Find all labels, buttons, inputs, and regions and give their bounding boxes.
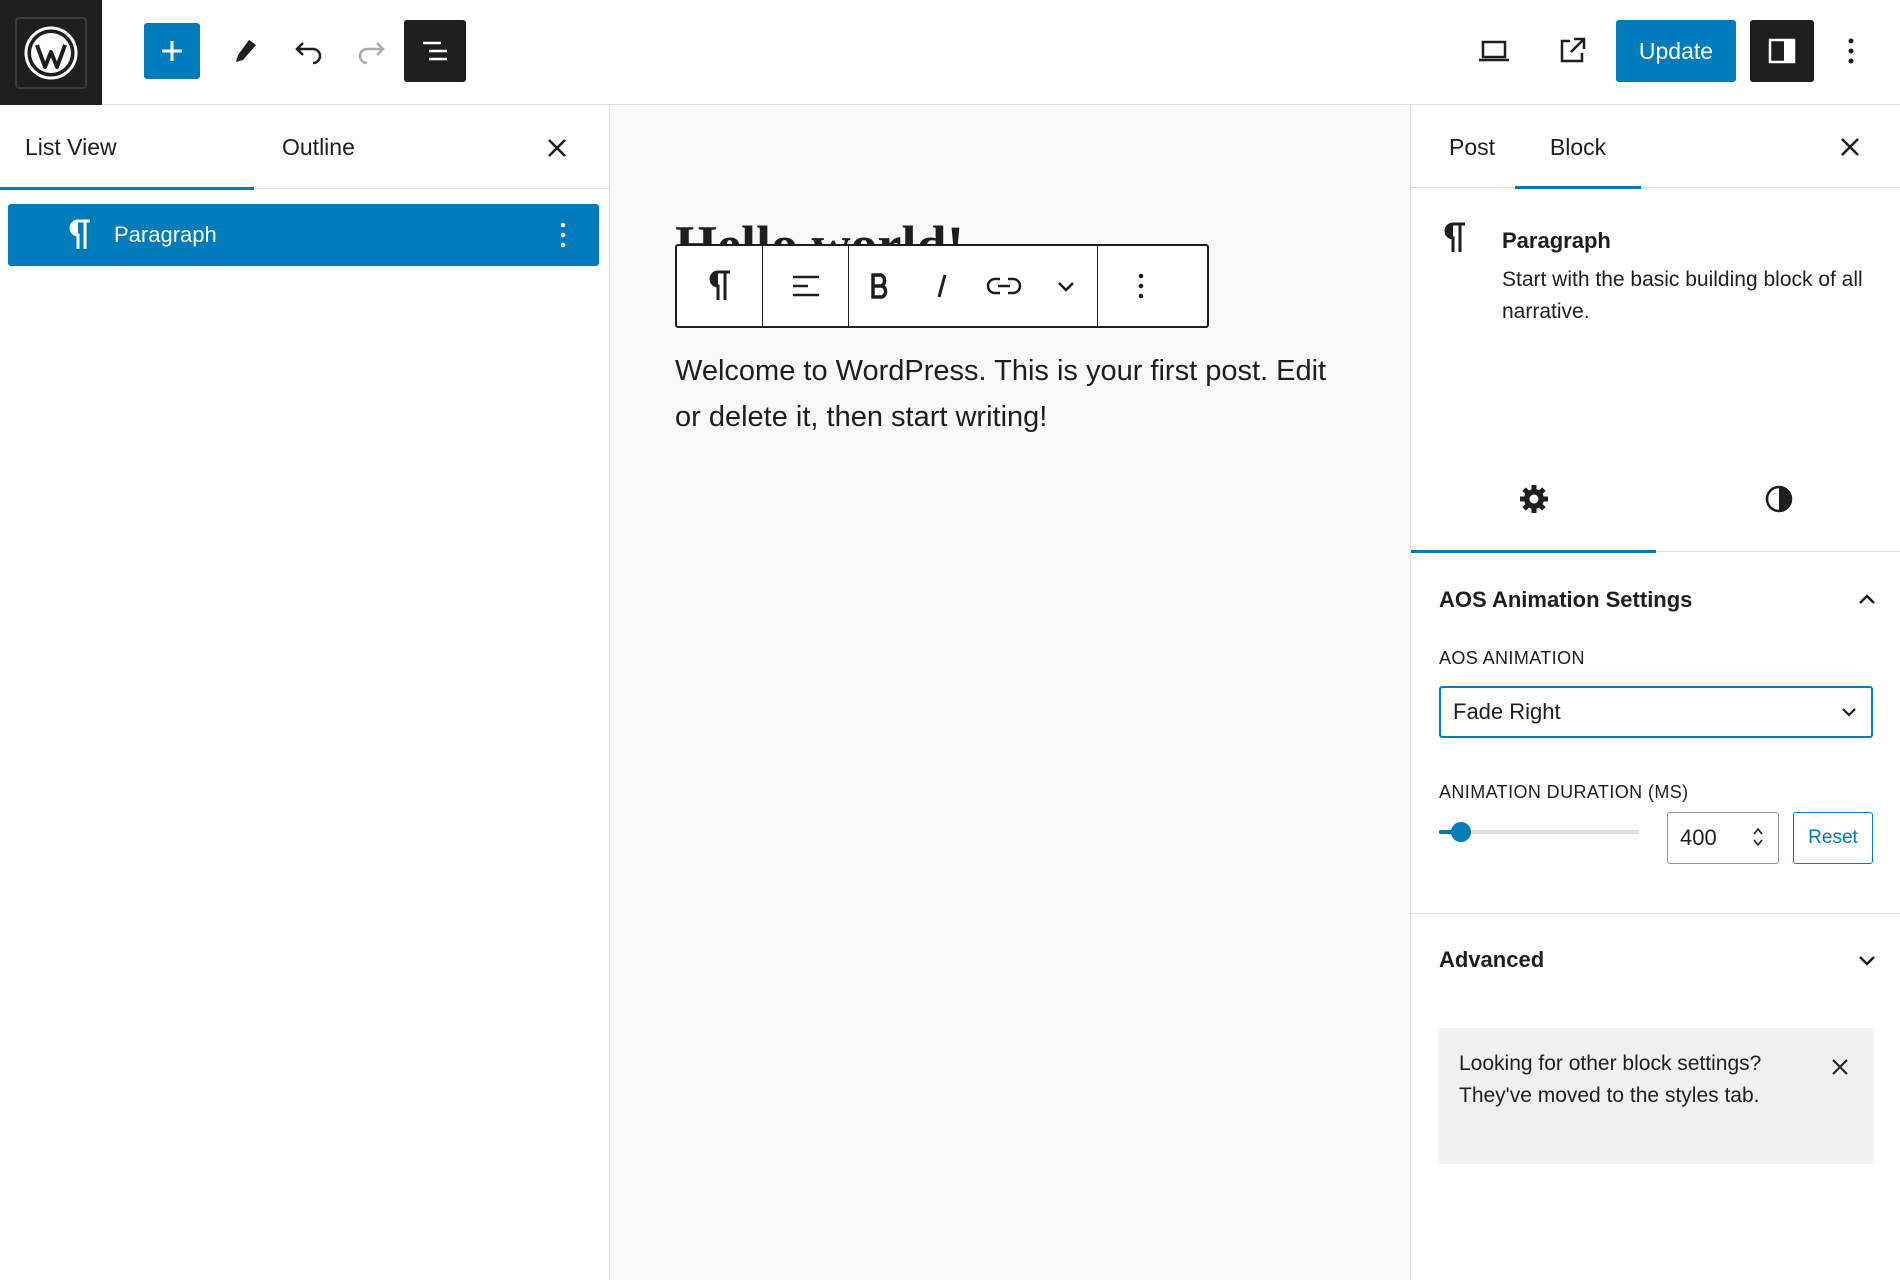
wordpress-icon: [15, 16, 87, 89]
external-link-icon: [1560, 37, 1586, 63]
format-group: [849, 246, 1098, 326]
block-toolbar: [675, 244, 1209, 328]
block-card-description: Start with the basic building block of a…: [1502, 268, 1863, 323]
link-icon: [986, 277, 1022, 295]
aos-animation-label: AOS ANIMATION: [1439, 648, 1585, 668]
list-view-icon: [423, 41, 447, 61]
styles-contrast-icon: [1765, 485, 1792, 513]
reset-button[interactable]: Reset: [1793, 812, 1873, 864]
tab-block[interactable]: Block: [1515, 106, 1641, 189]
gear-icon: [1519, 485, 1548, 513]
animation-duration-label: ANIMATION DURATION (MS): [1439, 782, 1689, 802]
close-icon: [548, 139, 566, 157]
preview-button[interactable]: [1468, 20, 1520, 82]
block-card-title: Paragraph: [1502, 228, 1611, 253]
align-text-button[interactable]: [763, 246, 848, 326]
paragraph-icon: [1443, 222, 1467, 259]
block-options-button[interactable]: [1098, 246, 1183, 326]
animation-duration-value: 400: [1680, 825, 1717, 850]
tab-block-settings[interactable]: [1411, 446, 1656, 553]
editor-canvas: Hello world!: [611, 106, 1409, 1280]
block-switcher-group: [677, 246, 763, 326]
block-settings-notice: Looking for other block settings? They'v…: [1439, 1028, 1873, 1164]
block-inspector-tabs: [1411, 446, 1900, 553]
align-left-icon: [792, 275, 819, 297]
redo-icon: [358, 42, 385, 65]
plus-icon: [162, 41, 182, 61]
list-view-item-paragraph[interactable]: Paragraph: [8, 204, 599, 266]
update-button[interactable]: Update: [1616, 20, 1736, 82]
block-type-button[interactable]: [677, 246, 762, 326]
align-group: [763, 246, 849, 326]
tab-list-view[interactable]: List View: [0, 106, 254, 190]
italic-icon: [937, 274, 947, 298]
aos-panel-title: AOS Animation Settings: [1439, 587, 1693, 612]
sidebar-icon: [1768, 38, 1796, 64]
view-post-button[interactable]: [1546, 20, 1598, 82]
list-view-panel: List View Outline Paragraph: [0, 106, 610, 1280]
notice-text: Looking for other block settings? They'v…: [1459, 1052, 1762, 1107]
bold-button[interactable]: [849, 246, 911, 326]
aos-animation-value: Fade Right: [1453, 699, 1561, 724]
advanced-panel: Advanced: [1411, 914, 1900, 1006]
paragraph-block[interactable]: Welcome to WordPress. This is your first…: [675, 348, 1355, 440]
options-button[interactable]: [1826, 20, 1876, 82]
advanced-panel-toggle[interactable]: Advanced: [1439, 940, 1879, 980]
close-icon: [1832, 1059, 1848, 1075]
dismiss-notice-button[interactable]: [1823, 1050, 1857, 1084]
number-spinner[interactable]: [1752, 825, 1764, 849]
chevron-down-icon: [1842, 708, 1856, 717]
more-vertical-icon: [1138, 273, 1143, 299]
aos-animation-settings-panel: AOS Animation Settings AOS ANIMATION Fad…: [1411, 552, 1900, 914]
spinner-arrows-icon: [1753, 827, 1763, 847]
more-formats-button[interactable]: [1035, 246, 1097, 326]
block-card: Paragraph Start with the basic building …: [1411, 188, 1900, 323]
close-settings-button[interactable]: [1830, 127, 1870, 167]
undo-icon: [295, 42, 322, 65]
list-view-item-label: Paragraph: [114, 222, 217, 247]
paragraph-icon: [709, 270, 730, 300]
options-group: [1098, 246, 1183, 326]
tools-button[interactable]: [220, 20, 270, 82]
chevron-down-icon: [1859, 956, 1875, 966]
editor-header: Update: [0, 0, 1900, 105]
animation-duration-slider[interactable]: [1439, 812, 1639, 852]
undo-button[interactable]: [284, 20, 334, 82]
pencil-icon: [236, 40, 256, 62]
sidebar-tabs: Post Block: [1411, 106, 1900, 189]
desktop-icon: [1479, 40, 1509, 62]
settings-sidebar: Post Block Paragraph Start with the basi…: [1410, 106, 1900, 1280]
wordpress-logo-button[interactable]: [0, 0, 102, 105]
italic-button[interactable]: [911, 246, 973, 326]
list-item-options-button[interactable]: [543, 215, 583, 255]
more-vertical-icon: [560, 222, 566, 248]
tab-block-styles[interactable]: [1656, 446, 1900, 552]
tab-outline[interactable]: Outline: [254, 106, 494, 189]
tab-post[interactable]: Post: [1411, 106, 1515, 188]
animation-duration-input[interactable]: 400: [1667, 812, 1779, 864]
slider-thumb[interactable]: [1451, 822, 1471, 842]
redo-button[interactable]: [346, 20, 396, 82]
aos-animation-select[interactable]: Fade Right: [1439, 686, 1873, 738]
more-vertical-icon: [1848, 38, 1854, 64]
list-view-tabs: List View Outline: [0, 106, 609, 190]
close-list-view-button[interactable]: [537, 128, 577, 168]
chevron-down-icon: [1058, 282, 1074, 292]
paragraph-icon: [60, 219, 100, 251]
aos-panel-toggle[interactable]: AOS Animation Settings: [1439, 580, 1879, 620]
advanced-panel-title: Advanced: [1439, 947, 1545, 972]
close-icon: [1841, 138, 1859, 156]
document-overview-button[interactable]: [404, 20, 466, 82]
link-button[interactable]: [973, 246, 1035, 326]
add-block-button[interactable]: [144, 23, 200, 79]
bold-icon: [871, 273, 888, 299]
settings-toggle-button[interactable]: [1750, 20, 1814, 82]
chevron-up-icon: [1859, 594, 1875, 604]
